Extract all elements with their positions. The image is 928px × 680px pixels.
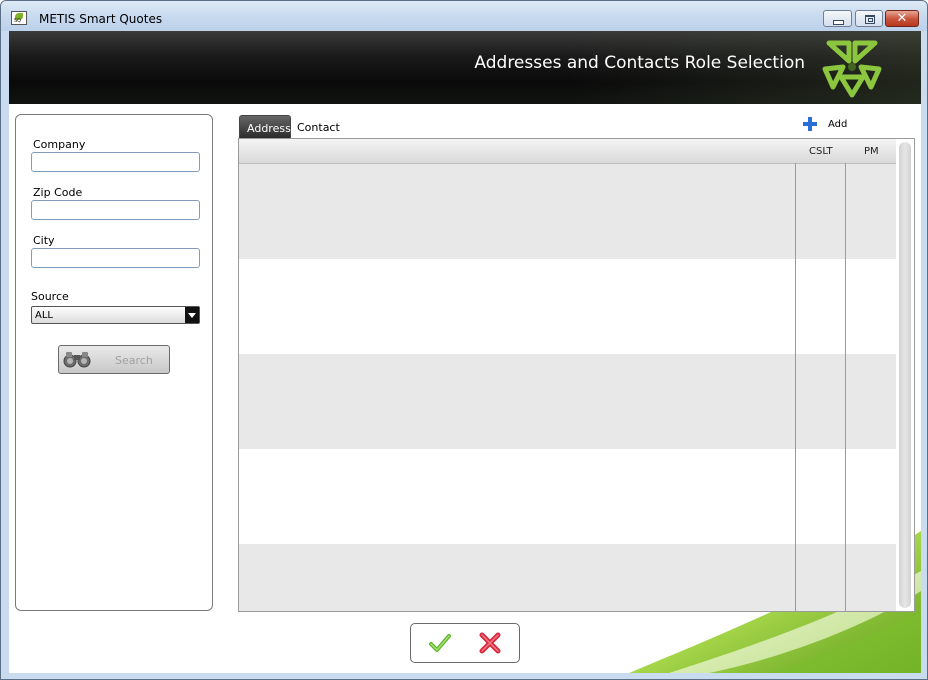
app-window: SQ METIS Smart Quotes ✕ Addresses and Co… (0, 0, 928, 680)
source-label: Source (31, 290, 69, 303)
table-row[interactable] (239, 259, 896, 354)
page-title: Addresses and Contacts Role Selection (474, 53, 805, 73)
close-icon: ✕ (896, 11, 908, 26)
tab-contact[interactable]: Contact (297, 121, 340, 134)
cross-icon[interactable] (478, 631, 502, 655)
metis-logo-icon (822, 40, 882, 98)
company-label: Company (33, 138, 86, 151)
add-button[interactable]: Add (802, 115, 862, 133)
minimize-button[interactable] (823, 10, 852, 27)
window-title: METIS Smart Quotes (39, 12, 163, 26)
city-label: City (33, 234, 55, 247)
dialog-actions (410, 623, 520, 663)
scrollbar-thumb[interactable] (899, 142, 911, 608)
app-icon: SQ (11, 11, 27, 25)
tab-address-label: Address (247, 122, 291, 135)
table-row[interactable] (239, 544, 896, 611)
table-row[interactable] (239, 354, 896, 449)
title-bar[interactable]: SQ METIS Smart Quotes ✕ (1, 1, 927, 31)
search-button-label: Search (115, 354, 153, 367)
column-divider (845, 163, 846, 611)
chevron-down-icon[interactable] (185, 307, 199, 323)
add-label: Add (828, 119, 848, 130)
binoculars-icon (63, 352, 91, 368)
vertical-scrollbar[interactable] (896, 139, 914, 611)
client-area: Addresses and Contacts Role Selection Co… (9, 31, 921, 673)
check-icon[interactable] (428, 631, 452, 655)
plus-icon (803, 117, 817, 131)
source-select[interactable]: ALL (31, 306, 200, 324)
zip-code-label: Zip Code (33, 186, 83, 199)
grid-header: CSLT PM (239, 139, 896, 164)
column-header-cslt[interactable]: CSLT (809, 146, 833, 157)
column-header-pm[interactable]: PM (864, 146, 879, 157)
maximize-button[interactable] (855, 10, 883, 27)
header-banner: Addresses and Contacts Role Selection (9, 31, 921, 104)
maximize-icon (865, 15, 875, 24)
city-field[interactable] (31, 248, 200, 268)
minimize-icon (833, 20, 844, 25)
search-button[interactable]: Search (58, 345, 170, 374)
address-grid[interactable]: CSLT PM (238, 138, 915, 612)
close-button[interactable]: ✕ (885, 10, 919, 27)
column-divider (795, 163, 796, 611)
source-selected-value: ALL (35, 310, 53, 321)
table-row[interactable] (239, 164, 896, 259)
zip-code-field[interactable] (31, 200, 200, 220)
tab-address[interactable]: Address (239, 115, 291, 138)
company-field[interactable] (31, 152, 200, 172)
filter-panel: Company Zip Code City Source ALL Search (15, 114, 213, 611)
table-row[interactable] (239, 449, 896, 544)
